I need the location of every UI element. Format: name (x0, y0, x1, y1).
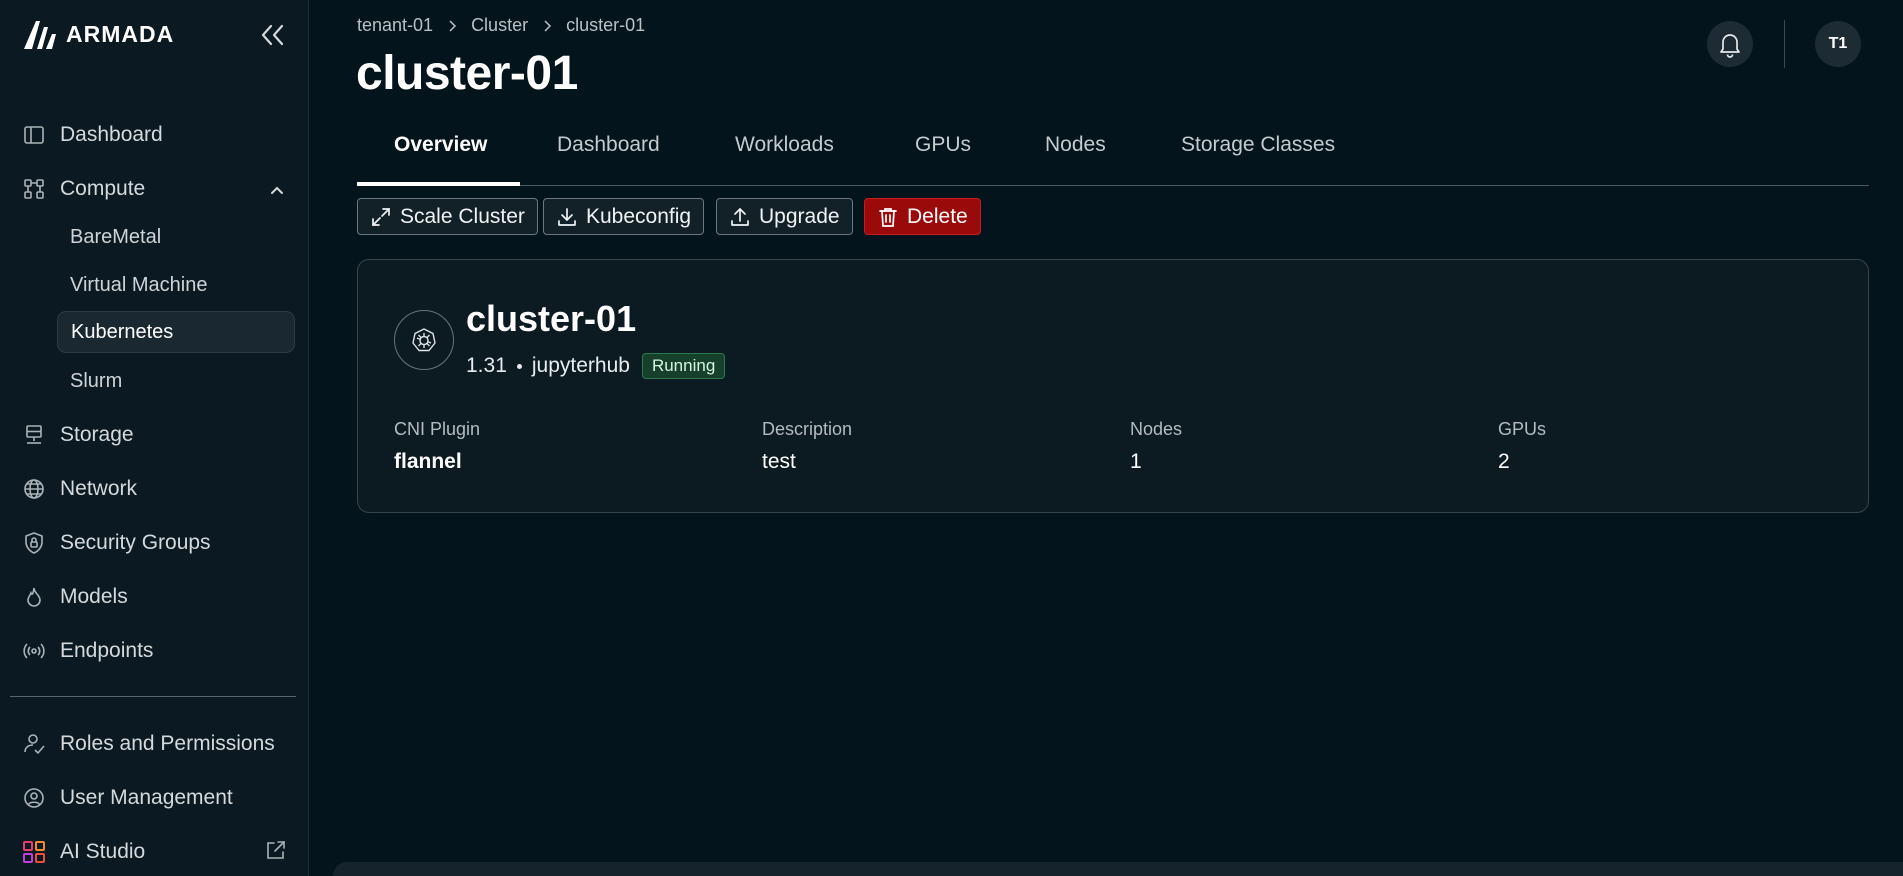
active-tab-indicator (357, 182, 520, 186)
security-groups-icon (25, 532, 43, 554)
armada-logo-icon (24, 21, 56, 49)
field-label: Nodes (1130, 419, 1183, 439)
bottom-drawer-panel[interactable] (333, 862, 1903, 876)
separator-dot (516, 363, 522, 369)
endpoints-icon (23, 643, 45, 659)
ai-studio-icon (23, 841, 45, 863)
sidebar-divider (10, 696, 296, 697)
collapse-sidebar-icon[interactable] (258, 22, 286, 48)
page-title: cluster-01 (356, 47, 578, 100)
sidebar-item-security-groups[interactable]: Security Groups (22, 525, 211, 561)
field-description: Description test (762, 419, 852, 474)
sidebar: ARMADA Dashboard Compute BareMetal Virtu… (0, 0, 309, 876)
sidebar-item-ai-studio[interactable]: AI Studio (22, 834, 145, 870)
cluster-template: jupyterhub (531, 354, 630, 377)
tab-overview[interactable]: Overview (394, 120, 487, 186)
tab-storage-classes[interactable]: Storage Classes (1181, 120, 1335, 186)
storage-icon (26, 425, 42, 444)
cluster-overview-card: cluster-01 1.31 jupyterhub Running CNI P… (357, 259, 1869, 513)
sidebar-item-dashboard[interactable]: Dashboard (22, 117, 163, 153)
chevron-up-icon[interactable] (268, 181, 286, 199)
avatar-initials: T1 (1828, 35, 1848, 52)
kubernetes-icon (394, 310, 454, 370)
field-gpus: GPUs 2 (1498, 419, 1546, 474)
sidebar-item-storage[interactable]: Storage (22, 417, 134, 453)
tab-workloads[interactable]: Workloads (735, 120, 834, 186)
sidebar-item-user-management[interactable]: User Management (22, 780, 233, 816)
sidebar-subitem-baremetal[interactable]: BareMetal (57, 216, 295, 258)
breadcrumb-item-tenant[interactable]: tenant-01 (357, 15, 433, 36)
sidebar-item-endpoints[interactable]: Endpoints (22, 633, 153, 669)
field-label: CNI Plugin (394, 419, 481, 439)
sidebar-item-label: Virtual Machine (70, 273, 208, 296)
chevron-right-icon (544, 19, 552, 32)
header-divider (1784, 20, 1785, 68)
field-value: flannel (394, 450, 462, 473)
breadcrumb: tenant-01 Cluster cluster-01 (357, 15, 645, 36)
bell-icon (1720, 34, 1740, 58)
sidebar-item-label: Dashboard (60, 123, 163, 146)
models-icon (27, 587, 41, 607)
network-icon (24, 479, 44, 499)
sidebar-subitem-kubernetes[interactable]: Kubernetes (57, 311, 295, 353)
sidebar-item-label: Storage (60, 423, 134, 446)
external-link-icon[interactable] (265, 839, 287, 861)
button-label: Kubeconfig (586, 204, 692, 228)
sidebar-item-label: Roles and Permissions (60, 732, 275, 755)
cluster-version: 1.31 (466, 354, 507, 377)
cluster-meta: 1.31 jupyterhub Running (466, 353, 726, 379)
delete-button[interactable]: Delete (864, 198, 981, 235)
field-value: 1 (1130, 450, 1142, 473)
tab-bar: Overview Dashboard Workloads GPUs Nodes … (357, 120, 1869, 186)
sidebar-subitem-virtual-machine[interactable]: Virtual Machine (57, 264, 295, 306)
sidebar-item-models[interactable]: Models (22, 579, 128, 615)
sidebar-item-label: AI Studio (60, 840, 146, 863)
field-cni-plugin: CNI Plugin flannel (394, 419, 480, 474)
button-label: Upgrade (759, 204, 840, 228)
sidebar-item-label: Slurm (70, 369, 123, 392)
avatar[interactable]: T1 (1815, 21, 1861, 67)
chevron-right-icon (449, 19, 457, 32)
sidebar-subitem-slurm[interactable]: Slurm (57, 360, 295, 402)
button-label: Scale Cluster (400, 204, 525, 228)
field-value: 2 (1498, 450, 1510, 473)
tab-gpus[interactable]: GPUs (915, 120, 971, 186)
compute-icon (24, 179, 44, 199)
breadcrumb-item-cluster[interactable]: Cluster (471, 15, 528, 36)
sidebar-item-label: Models (60, 585, 128, 608)
tab-nodes[interactable]: Nodes (1045, 120, 1106, 186)
sidebar-item-label: Kubernetes (71, 320, 174, 343)
sidebar-item-compute[interactable]: Compute (22, 171, 145, 207)
sidebar-item-label: Compute (60, 177, 146, 200)
sidebar-item-network[interactable]: Network (22, 471, 137, 507)
field-label: GPUs (1498, 419, 1547, 439)
kubeconfig-button[interactable]: Kubeconfig (543, 198, 705, 235)
status-badge: Running (641, 353, 726, 379)
tab-dashboard[interactable]: Dashboard (557, 120, 660, 186)
sidebar-item-label: BareMetal (70, 225, 162, 248)
expand-icon (372, 207, 390, 226)
button-label: Delete (907, 204, 968, 228)
download-icon (558, 207, 576, 226)
brand-name: ARMADA (66, 20, 175, 47)
cluster-name: cluster-01 (466, 298, 637, 339)
field-nodes: Nodes 1 (1130, 419, 1182, 474)
sidebar-item-label: Security Groups (60, 531, 211, 554)
dashboard-icon (24, 126, 44, 144)
sidebar-item-label: Network (60, 477, 138, 500)
brand-logo[interactable]: ARMADA (22, 18, 174, 50)
roles-icon (24, 734, 45, 755)
field-label: Description (762, 419, 853, 439)
field-value: test (762, 450, 796, 473)
sidebar-item-label: Endpoints (60, 639, 154, 662)
user-management-icon (24, 788, 44, 808)
upgrade-button[interactable]: Upgrade (716, 198, 853, 235)
breadcrumb-item-current: cluster-01 (566, 15, 646, 35)
sidebar-item-label: User Management (60, 786, 233, 809)
notifications-button[interactable] (1707, 21, 1753, 67)
scale-cluster-button[interactable]: Scale Cluster (357, 198, 538, 235)
trash-icon (879, 207, 897, 227)
sidebar-item-roles-and-permissions[interactable]: Roles and Permissions (22, 726, 275, 762)
upload-icon (731, 207, 749, 226)
